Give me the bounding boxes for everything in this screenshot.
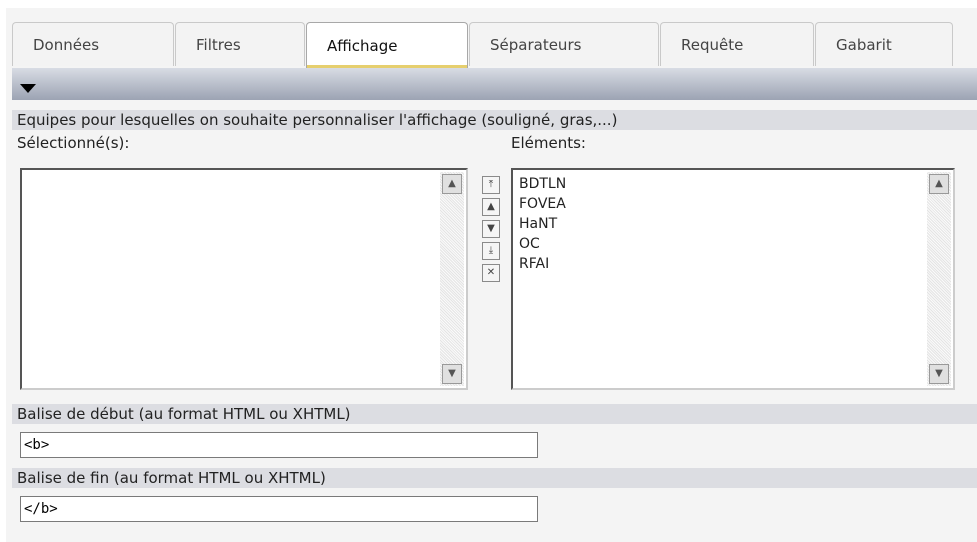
list-item[interactable]: RFAI	[519, 254, 566, 274]
collapse-triangle-icon[interactable]	[20, 84, 36, 93]
selected-listbox[interactable]: ▲ ▼	[20, 168, 468, 390]
collapse-bar[interactable]	[12, 68, 977, 100]
selected-scrollbar[interactable]: ▲ ▼	[440, 172, 464, 386]
end-tag-input[interactable]: </b>	[20, 496, 538, 522]
elements-scrollbar[interactable]: ▲ ▼	[927, 172, 951, 386]
elements-label: Eléments:	[511, 134, 586, 152]
tab-label: Gabarit	[836, 35, 892, 54]
tab-label: Données	[33, 35, 100, 54]
tab-separateurs[interactable]: Séparateurs	[469, 22, 659, 66]
end-tag-label: Balise de fin (au format HTML ou XHTML)	[12, 468, 977, 488]
tab-label: Affichage	[327, 36, 398, 55]
scroll-down-icon[interactable]: ▼	[929, 364, 949, 384]
scroll-up-icon[interactable]: ▲	[929, 174, 949, 194]
tab-label: Séparateurs	[490, 35, 582, 54]
tab-requete[interactable]: Requête	[660, 22, 814, 66]
move-bottom-icon[interactable]: ⤓	[482, 242, 500, 260]
start-tag-label: Balise de début (au format HTML ou XHTML…	[12, 404, 977, 424]
list-item[interactable]: BDTLN	[519, 174, 566, 194]
tab-filtres[interactable]: Filtres	[175, 22, 305, 66]
selected-label: Sélectionné(s):	[17, 134, 130, 152]
teams-section-title: Equipes pour lesquelles on souhaite pers…	[12, 110, 977, 130]
tab-label: Filtres	[196, 35, 241, 54]
remove-icon[interactable]: ✕	[482, 264, 500, 282]
tab-gabarit[interactable]: Gabarit	[815, 22, 953, 66]
tab-bar: Données Filtres Affichage Séparateurs Re…	[12, 22, 977, 68]
list-item[interactable]: OC	[519, 234, 566, 254]
move-up-icon[interactable]: ▲	[482, 198, 500, 216]
elements-listbox[interactable]: BDTLN FOVEA HaNT OC RFAI ▲ ▼	[511, 168, 955, 390]
list-item[interactable]: FOVEA	[519, 194, 566, 214]
start-tag-input[interactable]: <b>	[20, 432, 538, 458]
scroll-down-icon[interactable]: ▼	[442, 364, 462, 384]
elements-list: BDTLN FOVEA HaNT OC RFAI	[519, 174, 566, 274]
move-down-icon[interactable]: ▼	[482, 220, 500, 238]
tab-label: Requête	[681, 35, 744, 54]
scroll-up-icon[interactable]: ▲	[442, 174, 462, 194]
list-item[interactable]: HaNT	[519, 214, 566, 234]
tab-affichage[interactable]: Affichage	[306, 22, 468, 68]
move-top-icon[interactable]: ⤒	[482, 176, 500, 194]
tab-donnees[interactable]: Données	[12, 22, 174, 66]
